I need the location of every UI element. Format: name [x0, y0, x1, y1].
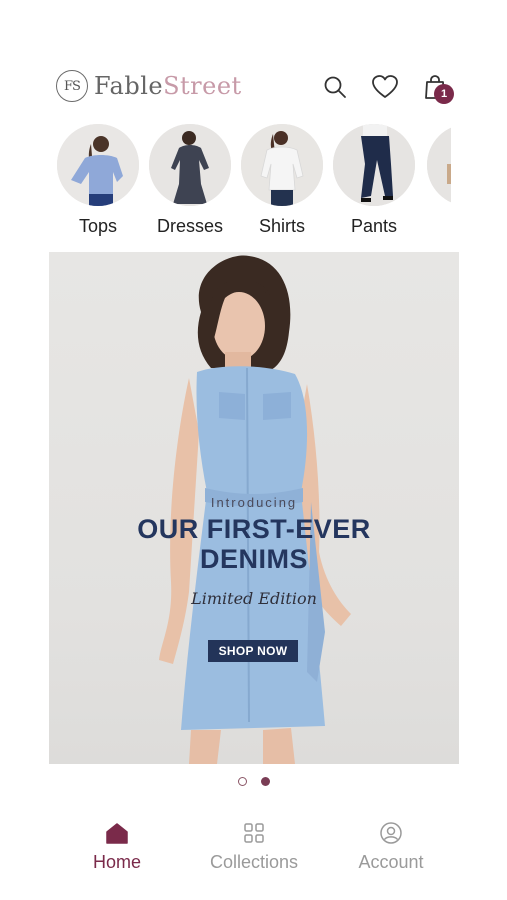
category-label: Tops [78, 216, 118, 236]
brand-logo[interactable]: FS FableStreet [56, 70, 242, 102]
app-screen: FS FableStreet 1 Tops Dresses Shirts Pan… [0, 0, 507, 900]
category-label: Dresses [156, 216, 223, 236]
carousel-dot[interactable] [237, 777, 247, 786]
home-icon [47, 820, 187, 846]
category-carousel[interactable]: Tops Dresses Shirts Pants [56, 124, 451, 244]
category-item-dresses[interactable]: Dresses [148, 124, 232, 237]
category-image-partial [427, 124, 451, 206]
brand-name-part2: Street [163, 72, 242, 100]
brand-mark: FS [56, 70, 88, 102]
category-item-shirts[interactable]: Shirts [240, 124, 324, 237]
nav-label-collections: Collections [209, 852, 299, 872]
banner-intro: Introducing [210, 495, 298, 510]
category-item-tops[interactable]: Tops [56, 124, 140, 237]
heart-icon[interactable] [370, 72, 400, 102]
category-image-dresses [149, 124, 231, 206]
banner-headline: OUR FIRST-EVER DENIMS [49, 514, 459, 574]
nav-label-account: Account [358, 852, 424, 872]
category-image-pants [333, 124, 415, 206]
category-item-pants[interactable]: Pants [332, 124, 416, 237]
brand-name: FableStreet [94, 72, 242, 100]
banner-headline-line2: DENIMS [199, 544, 308, 574]
top-header: FS FableStreet [0, 60, 507, 112]
shop-now-button[interactable]: SHOP NOW [208, 640, 298, 662]
banner-headline-line1: OUR FIRST-EVER [137, 514, 371, 544]
banner-subtitle: Limited Edition [191, 589, 317, 608]
cart-count-badge: 1 [434, 84, 454, 104]
search-icon[interactable] [320, 72, 350, 102]
brand-name-part1: Fable [94, 72, 164, 100]
nav-item-collections[interactable]: Collections [184, 820, 324, 873]
grid-icon [184, 820, 324, 846]
nav-label-home: Home [92, 852, 141, 872]
bottom-navigation: Home Collections Account [0, 820, 507, 890]
carousel-indicator [0, 777, 507, 786]
category-image-shirts [241, 124, 323, 206]
carousel-dot-active[interactable] [260, 777, 270, 786]
category-label: Pants [350, 216, 398, 236]
nav-item-account[interactable]: Account [321, 820, 461, 873]
category-item-partial[interactable] [426, 124, 451, 206]
category-label: Shirts [258, 216, 305, 236]
nav-item-home[interactable]: Home [47, 820, 187, 873]
category-image-tops [57, 124, 139, 206]
user-icon [321, 820, 461, 846]
hero-banner[interactable]: Introducing OUR FIRST-EVER DENIMS Limite… [49, 252, 459, 764]
